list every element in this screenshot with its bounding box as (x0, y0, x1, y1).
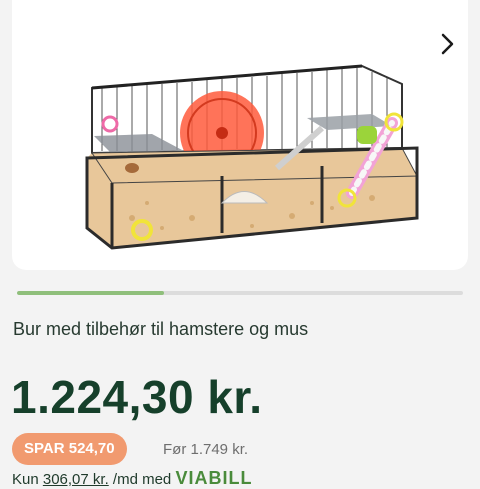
viabill-logo: VIABILL (175, 468, 253, 488)
product-title: Bur med tilbehør til hamstere og mus (13, 319, 309, 339)
image-gallery-progress (17, 291, 463, 295)
product-image (85, 64, 419, 250)
product-image-card[interactable] (12, 0, 468, 270)
before-price: Før 1.749 kr. (163, 441, 249, 458)
product-price: 1.224,30 kr. (11, 371, 263, 423)
installment-info[interactable]: Kun 306,07 kr. /md med VIABILL (12, 468, 252, 489)
next-image-button[interactable] (434, 30, 462, 58)
chevron-right-icon (441, 33, 454, 55)
progress-fill (17, 291, 165, 295)
save-badge: SPAR 524,70 (12, 433, 127, 465)
